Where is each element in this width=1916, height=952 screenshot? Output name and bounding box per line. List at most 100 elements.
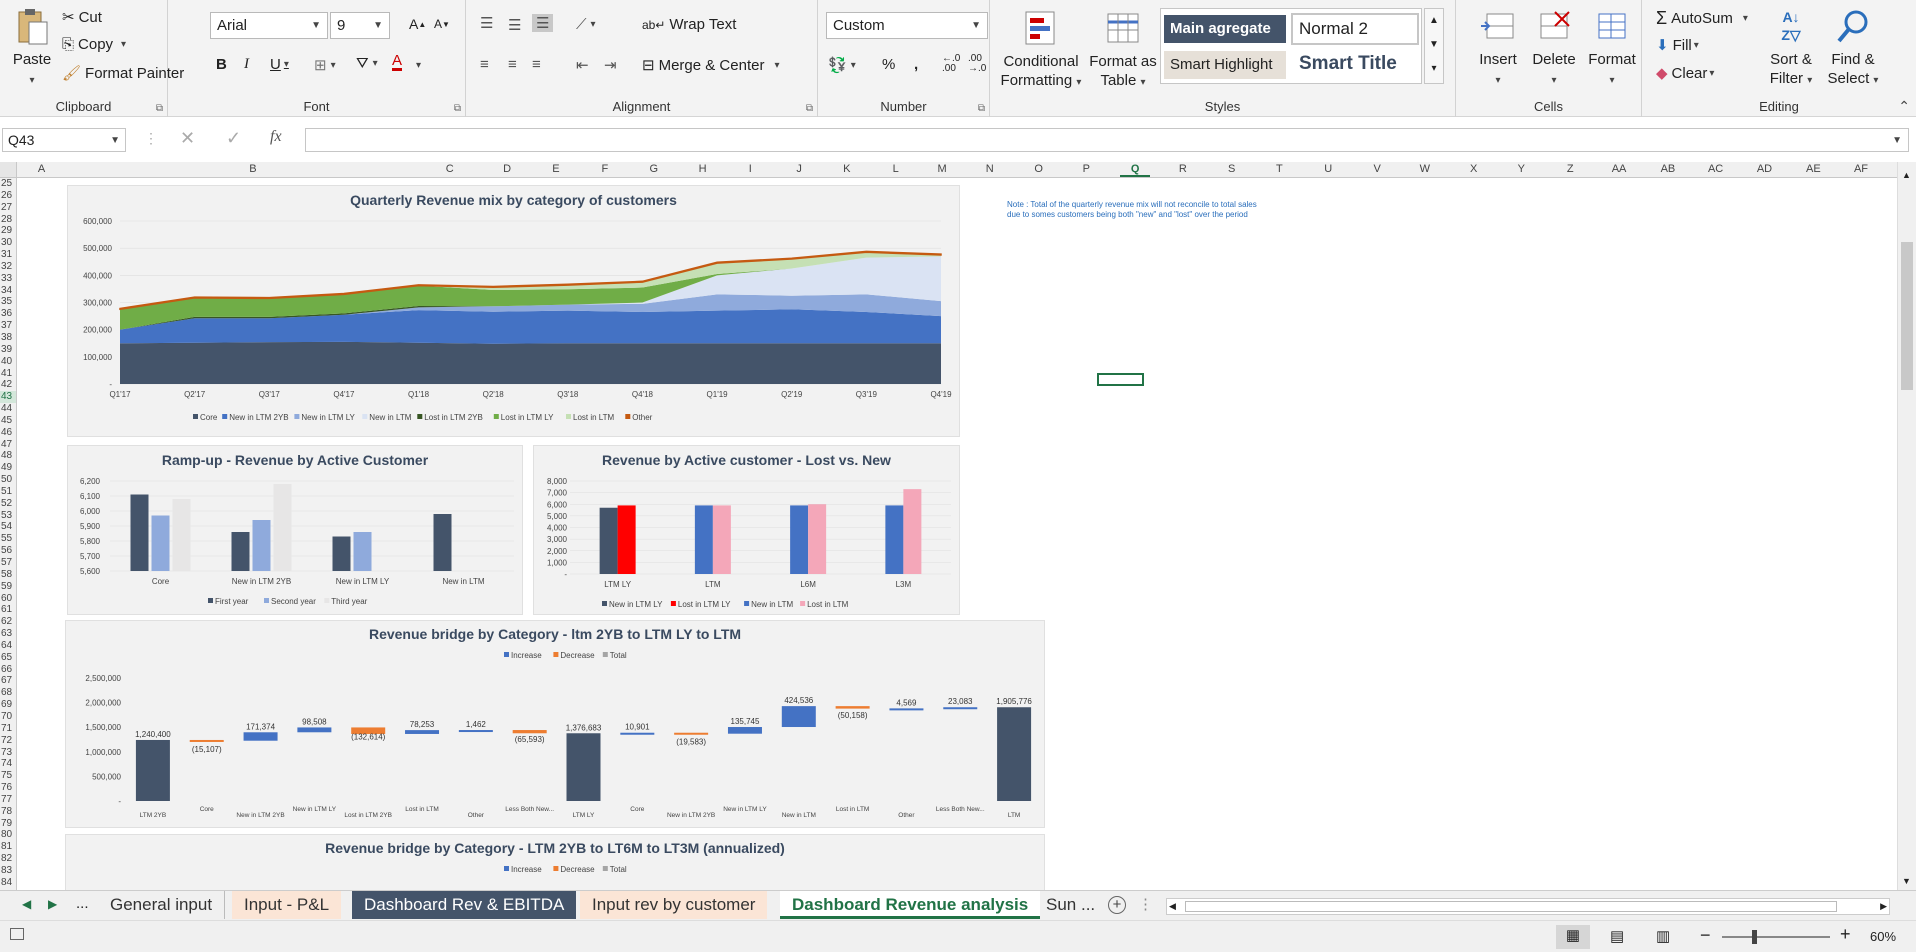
align-middle-icon[interactable]: ☰ (508, 16, 521, 34)
column-header[interactable]: P (1071, 163, 1101, 175)
font-size-select[interactable]: 9 ▼ (330, 12, 390, 39)
orientation-button[interactable]: ⟋ ▾ (576, 16, 596, 33)
font-color-button[interactable]: A (392, 53, 403, 71)
column-header[interactable]: V (1362, 163, 1392, 175)
italic-button[interactable]: I (244, 56, 249, 73)
autosum-button[interactable]: Σ AutoSum ▾ (1656, 8, 1748, 29)
tab-general-input[interactable]: General input (98, 891, 226, 919)
row-header[interactable]: 29 (0, 225, 16, 237)
column-header[interactable]: D (492, 163, 522, 175)
column-header[interactable]: X (1459, 163, 1489, 175)
column-header[interactable]: E (541, 163, 571, 175)
page-layout-view-icon[interactable]: ▤ (1610, 927, 1624, 945)
zoom-in-icon[interactable]: + (1840, 924, 1851, 945)
row-header[interactable]: 83 (0, 865, 16, 877)
cancel-icon[interactable]: ✕ (180, 128, 195, 149)
row-header[interactable]: 78 (0, 806, 16, 818)
row-header[interactable]: 79 (0, 818, 16, 830)
style-smart-highlight[interactable]: Smart Highlight (1164, 51, 1286, 79)
shrink-font-button[interactable]: A ▼ (434, 17, 450, 31)
row-header[interactable]: 57 (0, 557, 16, 569)
macro-record-icon[interactable] (10, 928, 24, 940)
row-header[interactable]: 28 (0, 214, 16, 226)
format-painter-button[interactable]: 🖌 Format Painter (62, 64, 184, 83)
chart-lost-vs-new-panel[interactable]: Revenue by Active customer - Lost vs. Ne… (533, 445, 960, 615)
dialog-launcher-icon[interactable]: ⧉ (156, 103, 163, 114)
chart-bridge-1-panel[interactable]: Revenue bridge by Category - ltm 2YB to … (65, 620, 1045, 828)
row-header[interactable]: 54 (0, 521, 16, 533)
row-header[interactable]: 66 (0, 664, 16, 676)
align-bottom-icon[interactable]: ☰ (532, 14, 554, 32)
row-header[interactable]: 73 (0, 747, 16, 759)
formula-input[interactable]: ▼ (305, 128, 1909, 152)
row-header[interactable]: 49 (0, 462, 16, 474)
format-as-table-button[interactable]: Format as Table ▾ (1086, 10, 1160, 92)
align-right-icon[interactable]: ≡ (532, 56, 541, 73)
align-top-icon[interactable]: ☰ (480, 14, 493, 32)
row-header[interactable]: 62 (0, 616, 16, 628)
row-header[interactable]: 75 (0, 770, 16, 782)
row-header[interactable]: 30 (0, 237, 16, 249)
decrease-indent-icon[interactable]: ⇤ (576, 56, 589, 74)
borders-button[interactable]: ⊞ ▾ (314, 56, 336, 74)
row-header[interactable]: 38 (0, 332, 16, 344)
sort-filter-button[interactable]: A↓ Z▽ Sort & Filter ▾ (1762, 8, 1820, 90)
more-icon[interactable]: ▾ (1425, 57, 1443, 81)
row-header[interactable]: 41 (0, 368, 16, 380)
chevron-down-icon[interactable]: ▼ (1425, 33, 1443, 57)
row-header[interactable]: 77 (0, 794, 16, 806)
column-header[interactable]: AF (1846, 163, 1876, 175)
row-header[interactable]: 35 (0, 296, 16, 308)
tab-input-rev-customer[interactable]: Input rev by customer (580, 891, 768, 919)
tab-dashboard-rev-ebitda[interactable]: Dashboard Rev & EBITDA (352, 891, 577, 919)
number-format-select[interactable]: Custom ▼ (826, 12, 988, 39)
row-header[interactable]: 45 (0, 415, 16, 427)
chevron-up-icon[interactable]: ▲ (1425, 9, 1443, 33)
row-header[interactable]: 69 (0, 699, 16, 711)
column-header[interactable]: N (975, 163, 1005, 175)
align-center-icon[interactable]: ≡ (508, 56, 517, 73)
row-header[interactable]: 34 (0, 285, 16, 297)
row-header[interactable]: 44 (0, 403, 16, 415)
column-header[interactable]: G (639, 163, 669, 175)
chart-bridge-2-panel[interactable]: Revenue bridge by Category - LTM 2YB to … (65, 834, 1045, 890)
column-header[interactable]: K (832, 163, 862, 175)
add-sheet-icon[interactable]: + (1108, 896, 1126, 914)
row-header[interactable]: 56 (0, 545, 16, 557)
column-header[interactable]: AA (1604, 163, 1634, 175)
dialog-launcher-icon[interactable]: ⧉ (806, 103, 813, 114)
select-all-button[interactable] (0, 162, 17, 178)
percent-style-button[interactable]: % (882, 56, 895, 73)
column-header[interactable]: B (238, 163, 268, 175)
hscroll-thumb[interactable] (1185, 901, 1837, 912)
column-header[interactable]: O (1024, 163, 1054, 175)
row-header[interactable]: 40 (0, 356, 16, 368)
column-header[interactable]: H (688, 163, 718, 175)
row-header[interactable]: 48 (0, 450, 16, 462)
row-header[interactable]: 31 (0, 249, 16, 261)
underline-button[interactable]: U ▾ (270, 56, 289, 73)
column-header[interactable]: S (1217, 163, 1247, 175)
column-header[interactable]: I (735, 163, 765, 175)
worksheet-grid[interactable]: Note : Total of the quarterly revenue mi… (17, 178, 1897, 890)
row-header[interactable]: 50 (0, 474, 16, 486)
increase-indent-icon[interactable]: ⇥ (604, 56, 617, 74)
fill-button[interactable]: ⬇ Fill ▾ (1656, 36, 1699, 55)
decrease-decimal-button[interactable]: .00 →.0 (968, 54, 986, 74)
row-header[interactable]: 46 (0, 427, 16, 439)
zoom-slider[interactable] (1722, 930, 1830, 944)
row-header[interactable]: 80 (0, 829, 16, 841)
column-header[interactable]: U (1313, 163, 1343, 175)
tab-dashboard-revenue-analysis[interactable]: Dashboard Revenue analysis (780, 891, 1041, 919)
row-header[interactable]: 72 (0, 735, 16, 747)
column-header[interactable]: W (1410, 163, 1440, 175)
chart-revenue-mix-panel[interactable]: Quarterly Revenue mix by category of cus… (67, 185, 960, 437)
row-header[interactable]: 36 (0, 308, 16, 320)
row-header[interactable]: 32 (0, 261, 16, 273)
dialog-launcher-icon[interactable]: ⧉ (454, 103, 461, 114)
insert-function-button[interactable]: fx (270, 128, 282, 146)
paste-button[interactable]: Paste ▾ (8, 8, 56, 90)
grow-font-button[interactable]: A ▲ (409, 16, 426, 32)
row-header[interactable]: 67 (0, 675, 16, 687)
delete-button[interactable]: Delete ▾ (1528, 8, 1580, 90)
